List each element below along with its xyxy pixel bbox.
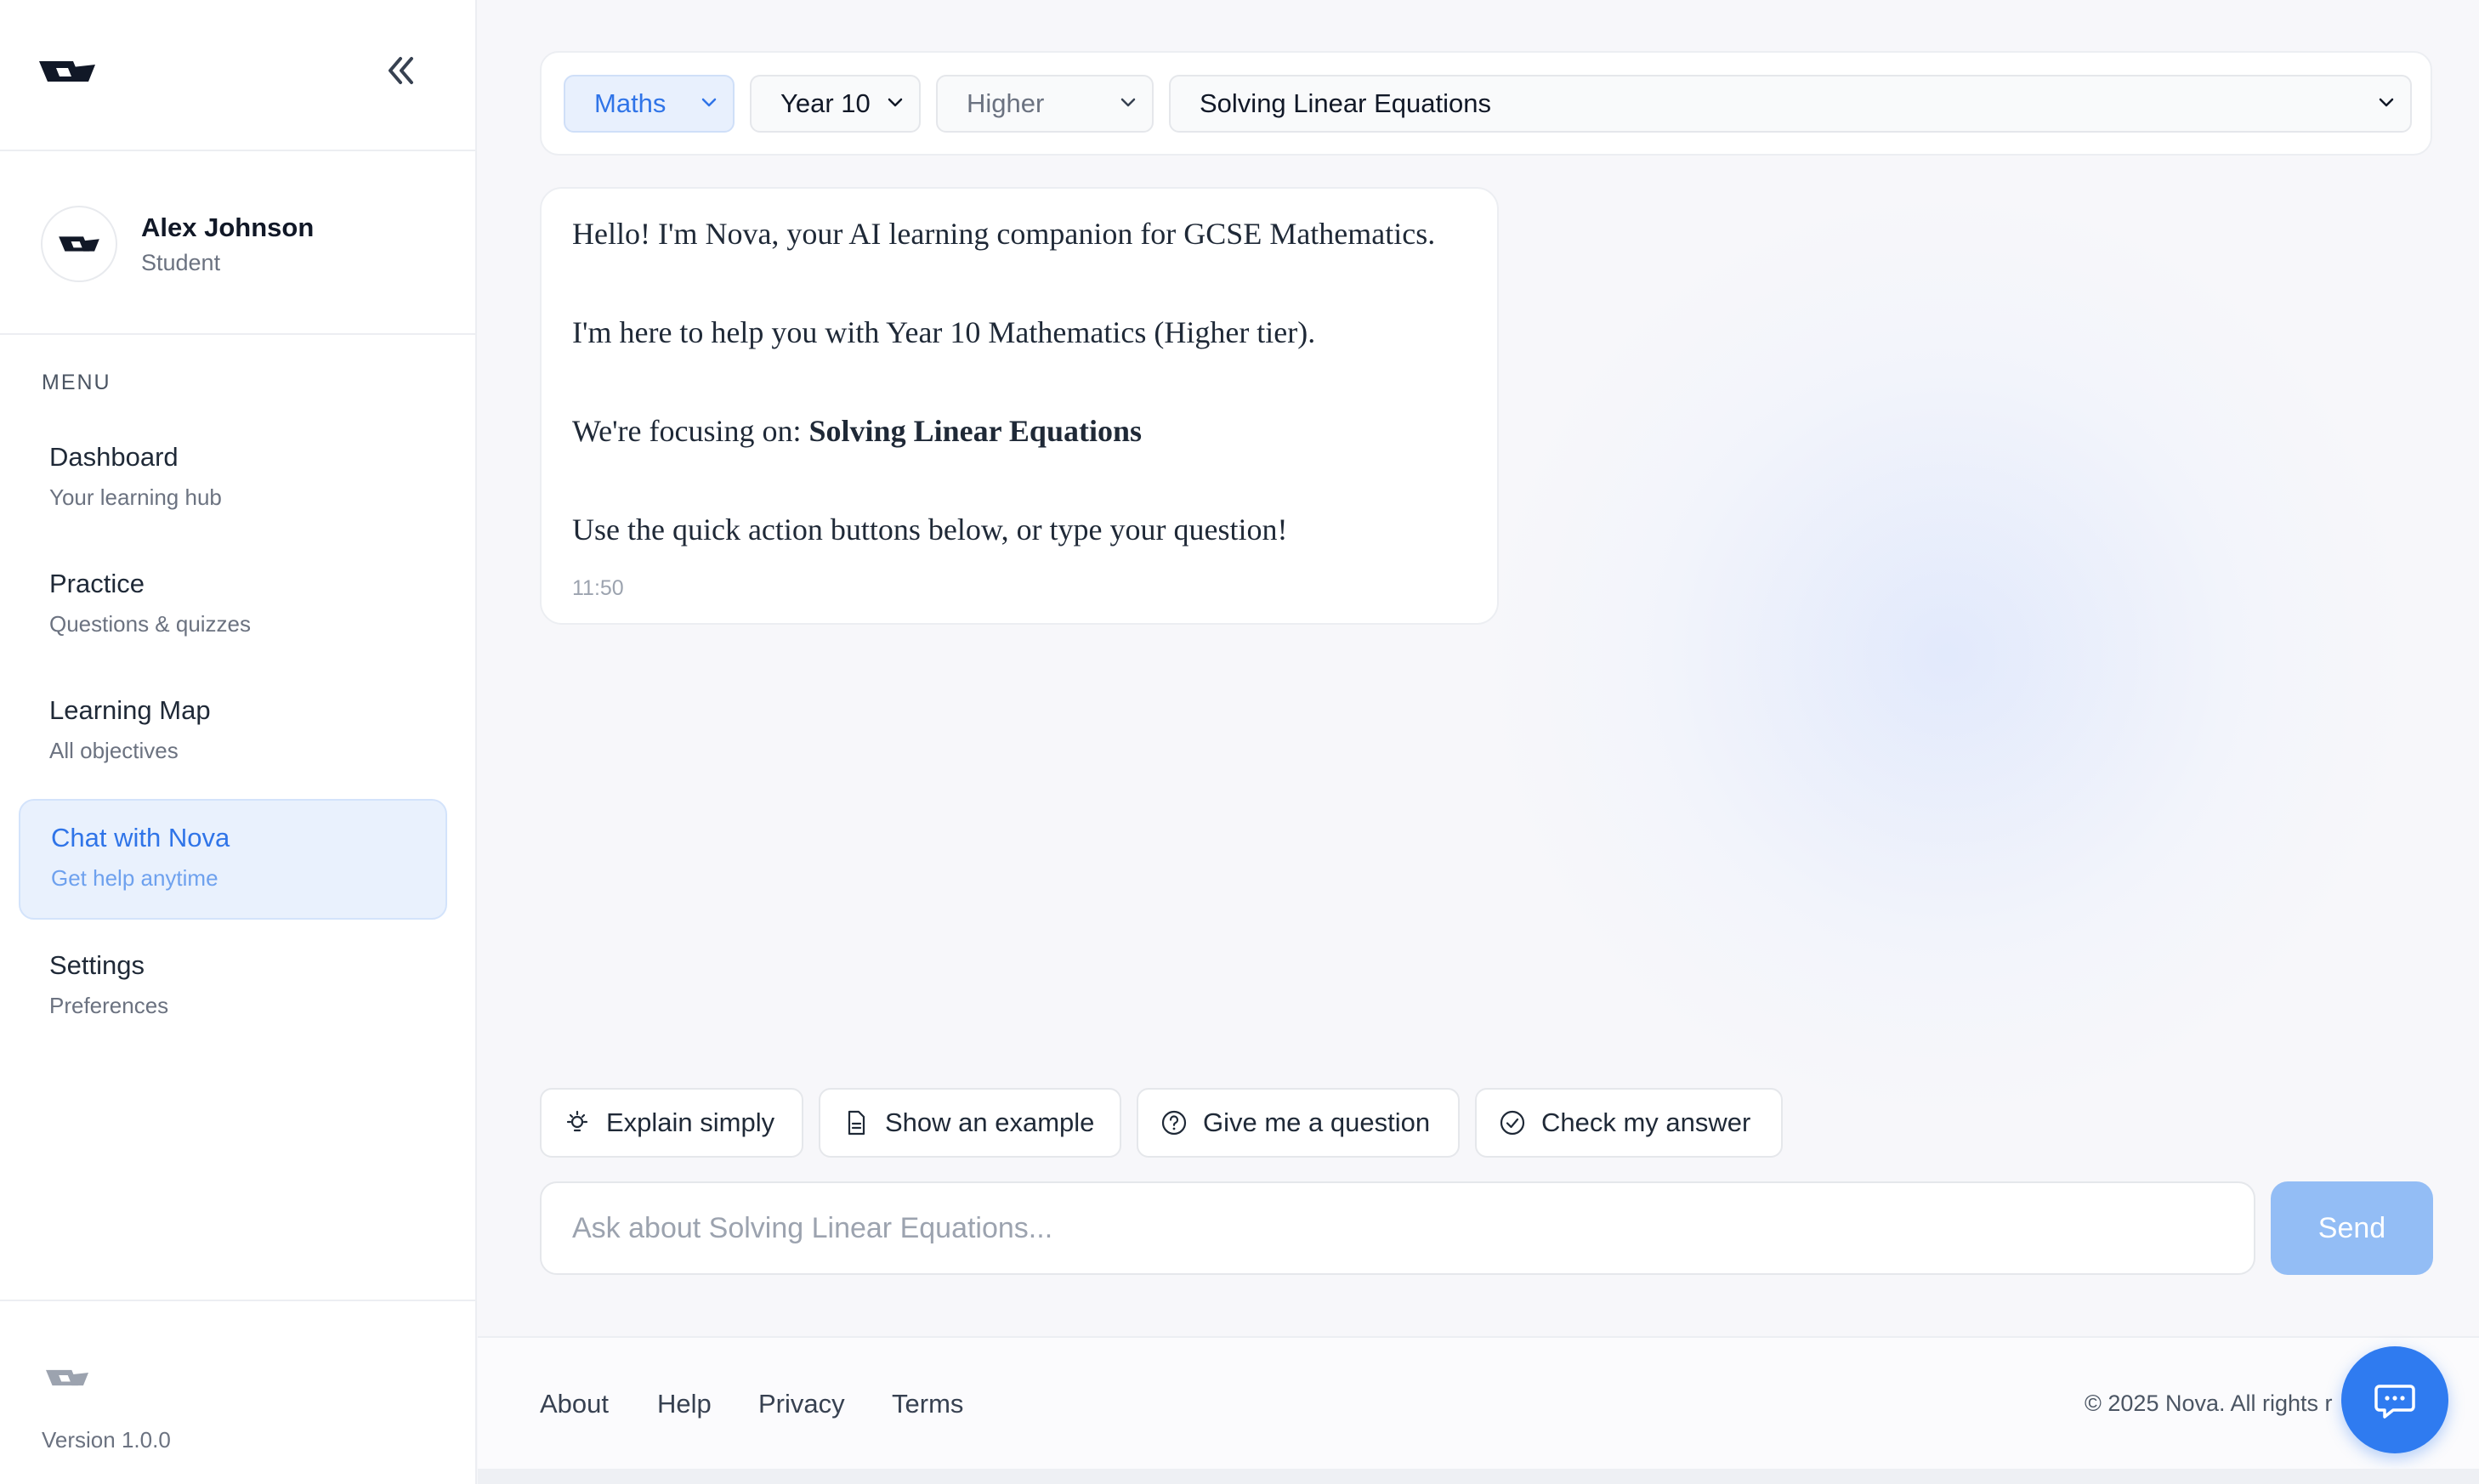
footer-link-about[interactable]: About — [540, 1389, 609, 1419]
sidebar-item-settings[interactable]: Settings Preferences — [19, 928, 447, 1049]
sidebar-item-label: Chat with Nova — [51, 823, 230, 852]
message-timestamp: 11:50 — [572, 576, 624, 600]
sidebar: Alex Johnson Student MENU Dashboard Your… — [0, 0, 477, 1484]
focus-prefix: We're focusing on: — [572, 414, 809, 448]
user-role: Student — [141, 250, 221, 275]
page-footer: About Help Privacy Terms © 2025 Nova. Al… — [478, 1336, 2479, 1469]
background-glow — [1481, 187, 2416, 1122]
topic-select-value: Solving Linear Equations — [1200, 88, 1491, 118]
quick-action-label: Show an example — [885, 1107, 1095, 1137]
nova-logo-icon — [59, 236, 99, 252]
sidebar-item-label: Practice — [49, 569, 145, 598]
subject-select[interactable]: Maths — [564, 75, 735, 133]
tier-select[interactable]: Higher — [936, 75, 1154, 133]
sidebar-item-subtitle: Your learning hub — [49, 484, 222, 510]
app-version: Version 1.0.0 — [42, 1427, 171, 1453]
give-question-button[interactable]: Give me a question — [1137, 1088, 1460, 1158]
chevrons-left-icon — [389, 57, 413, 84]
sidebar-item-chat-with-nova[interactable]: Chat with Nova Get help anytime — [19, 799, 447, 920]
avatar[interactable] — [41, 206, 117, 282]
quick-action-label: Check my answer — [1541, 1107, 1751, 1137]
bottom-strip — [478, 1469, 2479, 1484]
sidebar-item-subtitle: Preferences — [49, 993, 169, 1018]
chat-fab-button[interactable] — [2341, 1346, 2448, 1453]
sidebar-item-subtitle: All objectives — [49, 738, 179, 763]
send-button[interactable]: Send — [2271, 1181, 2433, 1275]
sidebar-item-label: Dashboard — [49, 442, 179, 472]
subject-select-value: Maths — [594, 88, 667, 118]
nova-logo-icon[interactable] — [39, 56, 95, 87]
sidebar-item-label: Settings — [49, 950, 145, 980]
sidebar-item-learning-map[interactable]: Learning Map All objectives — [19, 673, 447, 794]
menu-heading: MENU — [42, 371, 111, 394]
chevron-down-icon — [701, 98, 717, 107]
user-profile — [0, 151, 475, 335]
copyright-text: © 2025 Nova. All rights r — [2085, 1391, 2333, 1416]
sidebar-item-subtitle: Questions & quizzes — [49, 611, 252, 637]
message-line: I'm here to help you with Year 10 Mathem… — [572, 315, 1316, 349]
check-answer-button[interactable]: Check my answer — [1475, 1088, 1783, 1158]
quick-action-label: Give me a question — [1203, 1107, 1431, 1137]
filter-bar: Maths Year 10 Higher Solving Linear Equa… — [540, 51, 2432, 156]
check-circle-icon — [1500, 1110, 1525, 1136]
tier-select-value: Higher — [967, 88, 1045, 118]
focus-topic: Solving Linear Equations — [808, 414, 1142, 448]
sidebar-item-dashboard[interactable]: Dashboard Your learning hub — [19, 420, 447, 541]
chat-main: Maths Year 10 Higher Solving Linear Equa… — [478, 0, 2479, 1484]
question-circle-icon — [1161, 1110, 1187, 1136]
user-name: Alex Johnson — [141, 212, 315, 242]
chevron-down-icon — [1120, 98, 1136, 107]
quick-action-label: Explain simply — [606, 1107, 775, 1137]
sidebar-header — [0, 0, 475, 151]
assistant-message: Hello! I'm Nova, your AI learning compan… — [540, 187, 1499, 625]
year-select[interactable]: Year 10 — [750, 75, 921, 133]
show-example-button[interactable]: Show an example — [819, 1088, 1121, 1158]
message-line: Hello! I'm Nova, your AI learning compan… — [572, 217, 1436, 251]
footer-link-help[interactable]: Help — [657, 1389, 712, 1419]
sidebar-item-subtitle: Get help anytime — [51, 865, 218, 891]
app-root: Alex Johnson Student MENU Dashboard Your… — [0, 0, 2479, 1484]
chevron-down-icon — [2379, 98, 2394, 107]
topic-select[interactable]: Solving Linear Equations — [1169, 75, 2412, 133]
message-line: Use the quick action buttons below, or t… — [572, 513, 1288, 547]
footer-link-terms[interactable]: Terms — [892, 1389, 963, 1419]
chevron-down-icon — [888, 98, 903, 107]
chat-input[interactable] — [540, 1181, 2255, 1275]
lightbulb-icon — [566, 1110, 588, 1132]
year-select-value: Year 10 — [780, 88, 871, 118]
sidebar-footer: Version 1.0.0 — [0, 1300, 475, 1484]
nova-logo-icon — [46, 1369, 88, 1386]
collapse-sidebar-button[interactable] — [377, 48, 423, 93]
chat-bubble-icon — [2374, 1385, 2415, 1419]
sidebar-item-practice[interactable]: Practice Questions & quizzes — [19, 547, 447, 667]
explain-simply-button[interactable]: Explain simply — [540, 1088, 803, 1158]
sidebar-item-label: Learning Map — [49, 695, 211, 725]
document-icon — [848, 1110, 865, 1136]
footer-link-privacy[interactable]: Privacy — [758, 1389, 845, 1419]
message-line: We're focusing on: Solving Linear Equati… — [572, 413, 1142, 449]
